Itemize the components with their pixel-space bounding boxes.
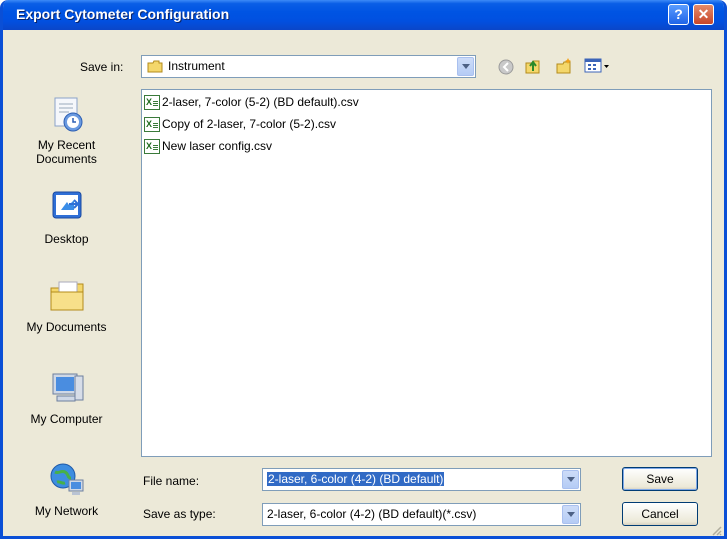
save-as-type-select[interactable]: 2-laser, 6-color (4-2) (BD default)(*.cs…: [262, 503, 581, 526]
save-button[interactable]: Save: [622, 467, 698, 491]
excel-csv-file-icon: [144, 138, 160, 155]
save-as-type-value: 2-laser, 6-color (4-2) (BD default)(*.cs…: [267, 507, 477, 521]
file-name-text: Copy of 2-laser, 7-color (5-2).csv: [162, 117, 337, 131]
up-folder-icon[interactable]: [524, 57, 542, 75]
list-item[interactable]: 2-laser, 7-color (5-2) (BD default).csv: [144, 94, 359, 111]
desktop-icon: [47, 188, 87, 228]
sidebar-label-my-documents: My Documents: [26, 320, 107, 334]
back-icon[interactable]: [498, 59, 514, 75]
sidebar-label-my-network: My Network: [34, 504, 99, 518]
sidebar-item-my-documents[interactable]: My Documents: [11, 276, 122, 334]
close-button[interactable]: ✕: [693, 4, 714, 25]
list-item[interactable]: Copy of 2-laser, 7-color (5-2).csv: [144, 116, 336, 133]
my-computer-icon: [47, 368, 87, 408]
cancel-button[interactable]: Cancel: [622, 502, 698, 526]
sidebar-label-desktop: Desktop: [44, 232, 89, 246]
file-name-value: 2-laser, 6-color (4-2) (BD default): [267, 472, 445, 486]
save-as-type-label: Save as type:: [143, 507, 216, 521]
sidebar-item-my-computer[interactable]: My Computer: [11, 368, 122, 426]
file-name-dropdown-button[interactable]: [562, 470, 579, 489]
file-name-input[interactable]: 2-laser, 6-color (4-2) (BD default): [262, 468, 581, 491]
file-name-text: New laser config.csv: [162, 139, 273, 153]
save-in-label: Save in:: [80, 60, 124, 74]
save-in-value: Instrument: [168, 59, 225, 73]
save-in-dropdown-button[interactable]: [457, 57, 474, 76]
save-as-type-dropdown-button[interactable]: [562, 505, 579, 524]
save-in-combo[interactable]: Instrument: [141, 55, 476, 78]
new-folder-icon[interactable]: [555, 57, 573, 75]
excel-csv-file-icon: [144, 94, 160, 111]
resize-grip-icon[interactable]: [710, 524, 722, 536]
file-name-label: File name:: [143, 474, 200, 488]
sidebar-item-desktop[interactable]: Desktop: [11, 188, 122, 246]
my-documents-icon: [47, 276, 87, 316]
places-bar-items: My Recent Documents Desktop My Documents…: [11, 90, 124, 530]
excel-csv-file-icon: [144, 116, 160, 133]
sidebar-item-my-network[interactable]: My Network: [11, 460, 122, 518]
sidebar-item-recent[interactable]: My Recent Documents: [11, 94, 122, 166]
view-menu-icon[interactable]: [584, 58, 610, 74]
file-name-text: 2-laser, 7-color (5-2) (BD default).csv: [162, 95, 359, 109]
help-button[interactable]: ?: [668, 4, 689, 25]
file-name-selected-text: 2-laser, 6-color (4-2) (BD default): [267, 472, 445, 486]
sidebar-label-recent: My Recent Documents: [36, 138, 97, 166]
folder-icon: [147, 60, 163, 73]
title-bar[interactable]: Export Cytometer Configuration ? ✕: [3, 0, 724, 30]
list-item[interactable]: New laser config.csv: [144, 138, 272, 155]
dialog-title: Export Cytometer Configuration: [16, 6, 230, 22]
file-list[interactable]: 2-laser, 7-color (5-2) (BD default).csv …: [141, 89, 712, 457]
sidebar-label-my-computer: My Computer: [30, 412, 103, 426]
recent-documents-icon: [47, 94, 87, 134]
my-network-icon: [47, 460, 87, 500]
